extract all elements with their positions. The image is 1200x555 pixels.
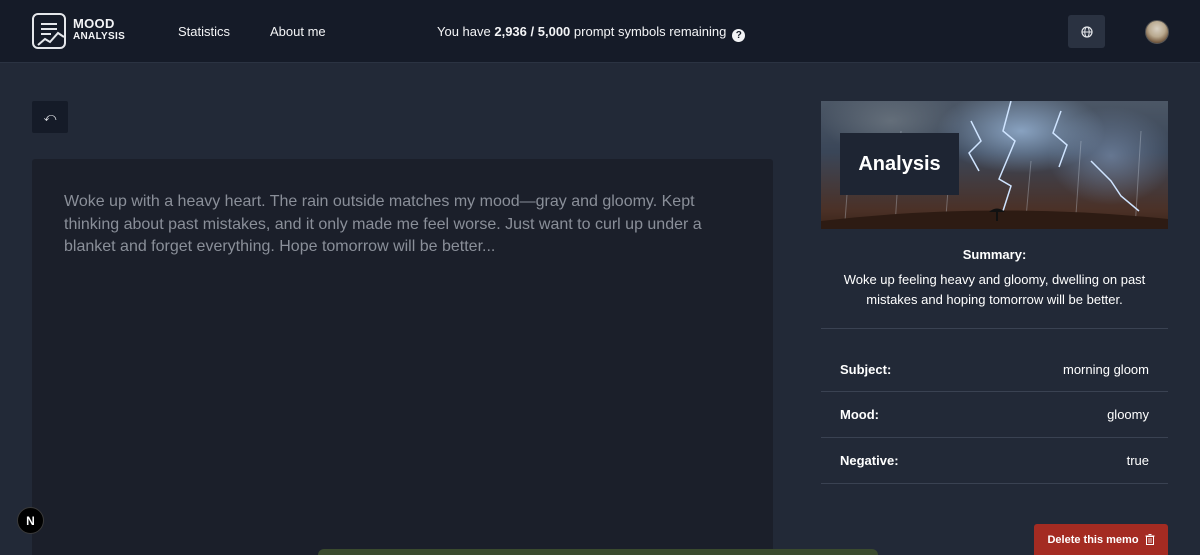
bottom-edge-bar bbox=[318, 549, 878, 555]
nav-statistics[interactable]: Statistics bbox=[178, 24, 230, 39]
analysis-row-mood: Mood: gloomy bbox=[821, 392, 1168, 438]
quota-suffix: prompt symbols remaining bbox=[570, 24, 727, 39]
back-arrow-icon: ⤺ bbox=[43, 109, 57, 124]
row-key-mood: Mood: bbox=[840, 407, 879, 422]
analysis-title: Analysis bbox=[840, 133, 959, 195]
analysis-row-subject: Subject: morning gloom bbox=[821, 346, 1168, 392]
chart-document-icon bbox=[32, 13, 66, 49]
globe-icon bbox=[1080, 25, 1093, 38]
app-logo[interactable]: MOOD ANALYSIS bbox=[32, 13, 142, 49]
logo-subtitle: ANALYSIS bbox=[73, 31, 126, 42]
row-value-subject: morning gloom bbox=[1063, 361, 1149, 377]
storm-banner-image: Analysis bbox=[821, 101, 1168, 229]
quota-prefix: You have bbox=[437, 24, 495, 39]
row-key-subject: Subject: bbox=[840, 361, 892, 377]
analysis-row-negative: Negative: true bbox=[821, 438, 1168, 484]
summary-label: Summary: bbox=[962, 247, 1027, 262]
memo-editor[interactable]: Woke up with a heavy heart. The rain out… bbox=[32, 159, 773, 555]
nextjs-badge-icon[interactable]: N bbox=[17, 507, 44, 534]
prompt-quota: You have 2,936 / 5,000 prompt symbols re… bbox=[437, 24, 746, 42]
nav-about-me[interactable]: About me bbox=[270, 24, 326, 39]
user-avatar[interactable] bbox=[1145, 20, 1169, 44]
delete-memo-label: Delete this memo bbox=[1047, 533, 1139, 546]
row-key-negative: Negative: bbox=[840, 453, 899, 468]
top-header: MOOD ANALYSIS Statistics About me You ha… bbox=[0, 0, 1200, 63]
trash-icon bbox=[1145, 534, 1155, 545]
quota-used: 2,936 bbox=[494, 24, 527, 39]
help-icon[interactable]: ? bbox=[732, 29, 746, 42]
summary-text: Woke up feeling heavy and gloomy, dwelli… bbox=[843, 272, 1146, 307]
delete-memo-button[interactable]: Delete this memo bbox=[1034, 524, 1168, 555]
section-divider bbox=[821, 328, 1168, 329]
logo-title: MOOD bbox=[73, 16, 115, 31]
quota-separator: / bbox=[526, 24, 538, 39]
language-button[interactable] bbox=[1068, 15, 1105, 48]
memo-text[interactable]: Woke up with a heavy heart. The rain out… bbox=[64, 191, 743, 259]
analysis-panel: Analysis Summary: Woke up feeling heavy … bbox=[821, 101, 1168, 484]
quota-total: 5,000 bbox=[537, 24, 571, 39]
back-button[interactable]: ⤺ bbox=[32, 101, 68, 133]
row-value-mood: gloomy bbox=[1107, 407, 1149, 422]
row-value-negative: true bbox=[1126, 453, 1149, 468]
